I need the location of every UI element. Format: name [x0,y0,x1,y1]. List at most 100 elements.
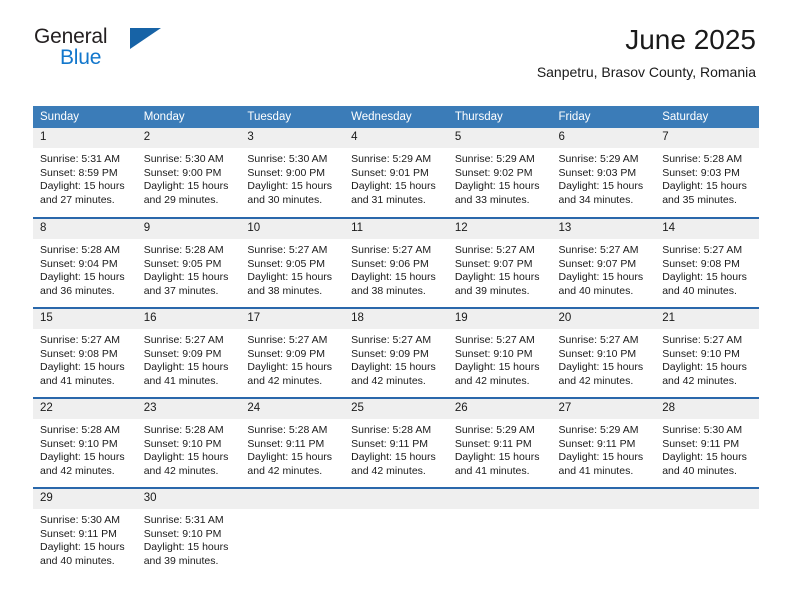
calendar-day-cell[interactable]: 4 Sunrise: 5:29 AM Sunset: 9:01 PM Daylight… [344,128,448,218]
day-details: Sunrise: 5:27 AM Sunset: 9:10 PM Daylight:… [655,329,759,388]
calendar-body: 1 Sunrise: 5:31 AM Sunset: 8:59 PM Daylight… [33,128,759,578]
day-sunset-text: Sunset: 9:10 PM [558,347,637,360]
day-number: 2 [136,128,241,148]
calendar-day-cell[interactable]: 27 Sunrise: 5:29 AM Sunset: 9:11 PM Dayligh… [551,397,656,488]
day-sunset-text: Sunset: 9:01 PM [351,166,429,179]
day-number: 6 [551,128,656,148]
calendar-day-cell[interactable]: 17 Sunrise: 5:27 AM Sunset: 9:09 PM Dayligh… [240,307,345,398]
page-header: General Blue June 2025 Sanpetru, Brasov … [0,0,792,80]
day-details: Sunrise: 5:27 AM Sunset: 9:10 PM Daylight:… [448,329,552,388]
calendar-header-row: Sunday Monday Tuesday Wednesday Thursday… [33,106,759,128]
day-details: Sunrise: 5:29 AM Sunset: 9:01 PM Daylight:… [344,148,448,207]
general-blue-logo[interactable]: General Blue [34,26,234,72]
day-daylight2-text: and 40 minutes. [40,554,115,567]
calendar-day-cell[interactable]: 12 Sunrise: 5:27 AM Sunset: 9:07 PM Dayligh… [447,217,552,308]
day-details: Sunrise: 5:27 AM Sunset: 9:07 PM Daylight:… [552,239,656,298]
day-number: 5 [447,128,552,148]
calendar-table: Sunday Monday Tuesday Wednesday Thursday… [33,106,759,578]
day-daylight2-text: and 41 minutes. [558,464,634,477]
calendar-day-cell[interactable]: 29 Sunrise: 5:30 AM Sunset: 9:11 PM Dayligh… [33,487,137,578]
day-sunrise-text: Sunrise: 5:29 AM [454,424,535,436]
calendar-day-cell[interactable]: 24 Sunrise: 5:28 AM Sunset: 9:11 PM Dayligh… [240,397,345,488]
day-sunset-text: Sunset: 9:06 PM [351,257,429,270]
day-daylight2-text: and 41 minutes. [143,374,219,387]
day-number: 28 [655,399,759,419]
calendar-day-cell[interactable]: 26 Sunrise: 5:29 AM Sunset: 9:11 PM Dayligh… [447,397,552,488]
weekday-header-sunday: Sunday [33,106,137,128]
day-sunrise-text: Sunrise: 5:27 AM [454,334,535,346]
day-details: Sunrise: 5:29 AM Sunset: 9:11 PM Daylight:… [448,419,552,478]
day-sunrise-text: Sunrise: 5:27 AM [662,244,743,256]
day-daylight2-text: and 39 minutes. [143,554,219,567]
day-details: Sunrise: 5:27 AM Sunset: 9:06 PM Daylight:… [344,239,448,298]
calendar-day-cell[interactable]: 15 Sunrise: 5:27 AM Sunset: 9:08 PM Dayligh… [33,307,137,398]
calendar-day-cell[interactable]: 8 Sunrise: 5:28 AM Sunset: 9:04 PM Daylight… [33,217,137,308]
calendar-day-cell[interactable]: 9 Sunrise: 5:28 AM Sunset: 9:05 PM Daylight… [136,217,241,308]
day-sunrise-text: Sunrise: 5:28 AM [143,244,224,256]
calendar-day-cell[interactable]: 23 Sunrise: 5:28 AM Sunset: 9:10 PM Dayligh… [136,397,241,488]
day-sunset-text: Sunset: 9:09 PM [247,347,326,360]
calendar-day-cell[interactable]: 7 Sunrise: 5:28 AM Sunset: 9:03 PM Daylight… [655,128,759,218]
day-daylight1-text: Daylight: 15 hours [558,361,644,374]
triangle-icon [130,28,161,49]
day-details: Sunrise: 5:31 AM Sunset: 9:10 PM Daylight:… [137,509,241,568]
day-daylight1-text: Daylight: 15 hours [40,361,125,374]
day-daylight2-text: and 34 minutes. [558,193,634,206]
day-sunrise-text: Sunrise: 5:27 AM [351,334,432,346]
day-sunset-text: Sunset: 9:11 PM [558,437,636,450]
calendar-day-cell[interactable]: 6 Sunrise: 5:29 AM Sunset: 9:03 PM Daylight… [551,128,656,218]
day-number [240,489,345,509]
day-number: 10 [240,219,345,239]
day-daylight2-text: and 33 minutes. [454,193,530,206]
day-daylight1-text: Daylight: 15 hours [247,271,333,284]
day-details: Sunrise: 5:30 AM Sunset: 9:11 PM Daylight:… [33,509,137,568]
day-daylight1-text: Daylight: 15 hours [454,180,540,193]
title-block: June 2025 Sanpetru, Brasov County, Roman… [537,24,756,81]
calendar-day-cell[interactable]: 2 Sunrise: 5:30 AM Sunset: 9:00 PM Daylight… [136,128,241,218]
day-number: 21 [655,309,759,329]
day-daylight2-text: and 42 minutes. [454,374,530,387]
calendar-day-cell[interactable]: 5 Sunrise: 5:29 AM Sunset: 9:02 PM Daylight… [447,128,552,218]
day-sunrise-text: Sunrise: 5:30 AM [247,153,328,165]
calendar-day-cell[interactable]: 28 Sunrise: 5:30 AM Sunset: 9:11 PM Dayligh… [655,397,759,488]
day-sunset-text: Sunset: 9:09 PM [351,347,429,360]
calendar-day-cell[interactable]: 22 Sunrise: 5:28 AM Sunset: 9:10 PM Dayligh… [33,397,137,488]
day-number: 30 [136,489,241,509]
day-sunset-text: Sunset: 9:09 PM [143,347,222,360]
day-number: 14 [655,219,759,239]
day-details: Sunrise: 5:27 AM Sunset: 9:09 PM Daylight:… [137,329,241,388]
day-daylight2-text: and 27 minutes. [40,193,115,206]
day-sunset-text: Sunset: 8:59 PM [40,166,118,179]
day-number: 25 [344,399,448,419]
calendar-day-cell[interactable]: 10 Sunrise: 5:27 AM Sunset: 9:05 PM Dayligh… [240,217,345,308]
day-sunset-text: Sunset: 9:05 PM [143,257,222,270]
calendar-day-cell[interactable]: 11 Sunrise: 5:27 AM Sunset: 9:06 PM Dayligh… [344,217,448,308]
day-daylight1-text: Daylight: 15 hours [351,361,436,374]
day-sunset-text: Sunset: 9:10 PM [454,347,533,360]
calendar-day-cell[interactable]: 19 Sunrise: 5:27 AM Sunset: 9:10 PM Dayligh… [447,307,552,398]
calendar-day-cell[interactable]: 13 Sunrise: 5:27 AM Sunset: 9:07 PM Dayligh… [551,217,656,308]
day-daylight2-text: and 42 minutes. [662,374,737,387]
day-daylight1-text: Daylight: 15 hours [143,361,229,374]
calendar-day-cell[interactable]: 18 Sunrise: 5:27 AM Sunset: 9:09 PM Dayligh… [344,307,448,398]
calendar-day-cell[interactable]: 16 Sunrise: 5:27 AM Sunset: 9:09 PM Dayligh… [136,307,241,398]
calendar-day-cell[interactable]: 14 Sunrise: 5:27 AM Sunset: 9:08 PM Dayligh… [655,217,759,308]
calendar-day-cell[interactable]: 1 Sunrise: 5:31 AM Sunset: 8:59 PM Daylight… [33,128,137,218]
day-sunset-text: Sunset: 9:11 PM [351,437,428,450]
day-sunrise-text: Sunrise: 5:27 AM [351,244,432,256]
day-sunrise-text: Sunrise: 5:27 AM [40,334,120,346]
calendar-week-row: 22 Sunrise: 5:28 AM Sunset: 9:10 PM Dayligh… [33,397,759,488]
day-sunset-text: Sunset: 9:02 PM [454,166,533,179]
calendar-day-cell[interactable]: 21 Sunrise: 5:27 AM Sunset: 9:10 PM Dayligh… [655,307,759,398]
calendar-day-cell[interactable]: 3 Sunrise: 5:30 AM Sunset: 9:00 PM Daylight… [240,128,345,218]
day-details: Sunrise: 5:28 AM Sunset: 9:05 PM Daylight:… [137,239,241,298]
calendar-page: General Blue June 2025 Sanpetru, Brasov … [0,0,792,612]
calendar-day-cell[interactable]: 30 Sunrise: 5:31 AM Sunset: 9:10 PM Dayligh… [136,487,241,578]
day-sunset-text: Sunset: 9:00 PM [247,166,326,179]
day-number: 9 [136,219,241,239]
day-sunrise-text: Sunrise: 5:27 AM [558,334,639,346]
calendar-day-cell[interactable]: 25 Sunrise: 5:28 AM Sunset: 9:11 PM Dayligh… [344,397,448,488]
calendar-day-cell[interactable]: 20 Sunrise: 5:27 AM Sunset: 9:10 PM Dayligh… [551,307,656,398]
day-sunrise-text: Sunrise: 5:27 AM [247,244,328,256]
day-daylight1-text: Daylight: 15 hours [40,180,125,193]
